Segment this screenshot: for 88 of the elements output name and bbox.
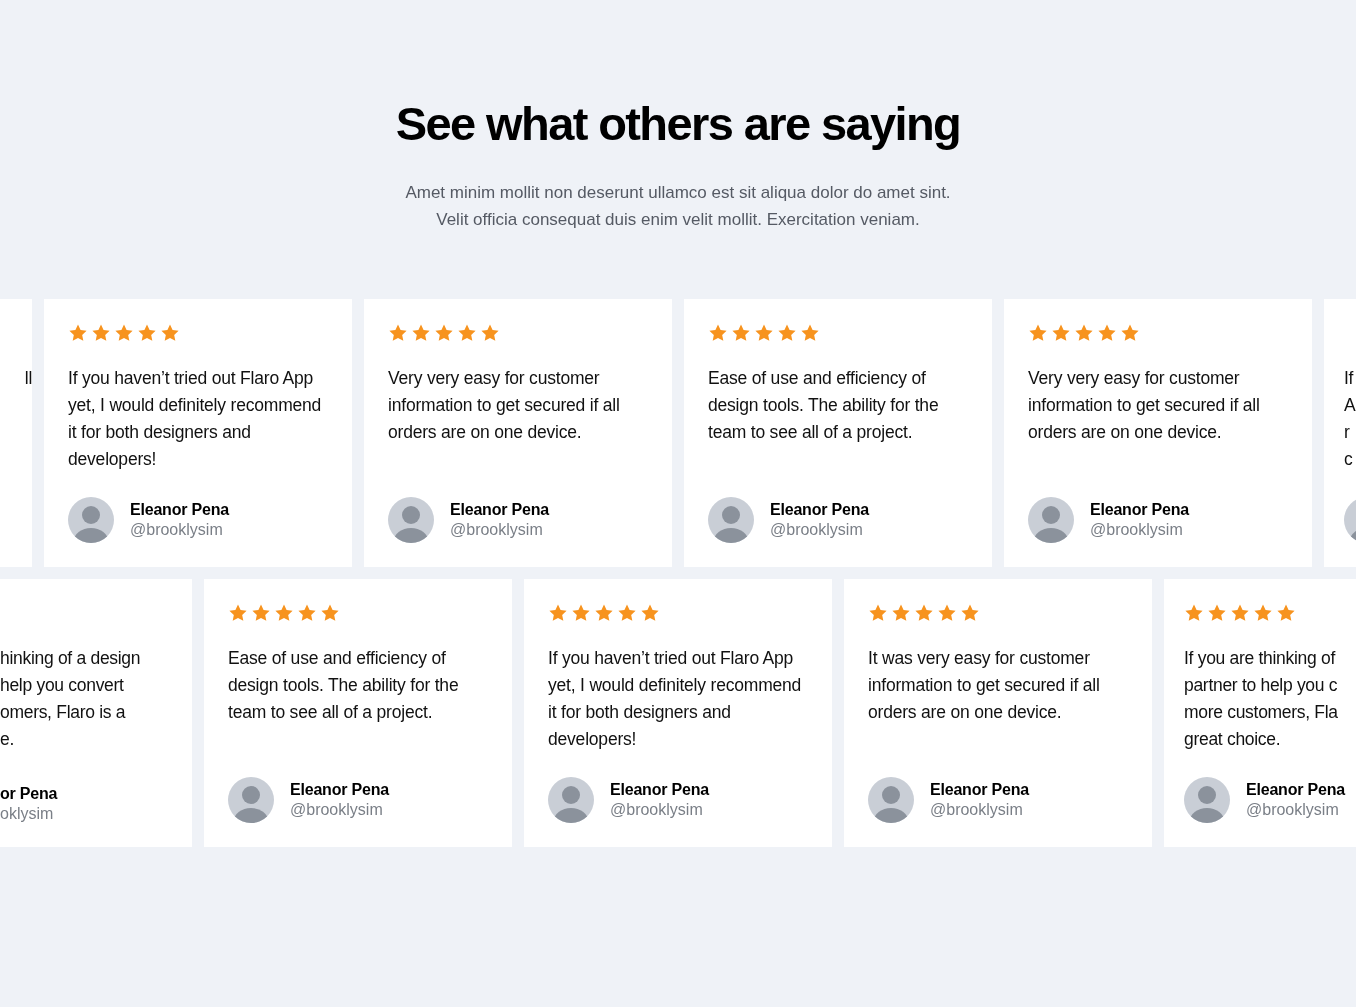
star-icon bbox=[1074, 323, 1094, 343]
star-icon bbox=[914, 603, 934, 623]
star-icon bbox=[754, 323, 774, 343]
star-icon bbox=[160, 323, 180, 343]
author-handle: @brooklysim bbox=[610, 801, 703, 819]
star-icon bbox=[274, 603, 294, 623]
author-handle: @brooklysim bbox=[450, 521, 543, 539]
star-icon bbox=[640, 603, 660, 623]
review-text: Ease of use and efficiency of design tools. The ability for the team to see all of a project. bbox=[228, 647, 460, 724]
star-icon bbox=[1207, 603, 1227, 623]
star-icon bbox=[320, 603, 340, 623]
star-icon bbox=[68, 323, 88, 343]
review-text: hinking of a design bbox=[0, 647, 141, 670]
review-text: ll bbox=[24, 367, 32, 390]
star-icon bbox=[1051, 323, 1071, 343]
review-text: great choice. bbox=[1184, 728, 1281, 751]
review-text: If you haven’t tried out Flaro App yet, I would definitely recommend it for both designers and developers! bbox=[68, 367, 323, 471]
star-icon bbox=[891, 603, 911, 623]
review-text: A bbox=[1344, 394, 1356, 417]
review-text: omers, Flaro is a bbox=[0, 701, 126, 724]
avatar-icon bbox=[868, 777, 914, 823]
avatar-icon bbox=[548, 777, 594, 823]
star-icon bbox=[388, 323, 408, 343]
star-icon bbox=[1120, 323, 1140, 343]
author-handle: @brooklysim bbox=[1090, 521, 1183, 539]
author-name: Eleanor Pena bbox=[770, 501, 869, 519]
review-text: If you are thinking of bbox=[1184, 647, 1335, 670]
author-name: Eleanor Pena bbox=[130, 501, 229, 519]
avatar-icon bbox=[708, 497, 754, 543]
star-icon bbox=[1028, 323, 1048, 343]
star-icon bbox=[800, 323, 820, 343]
star-icon bbox=[571, 603, 591, 623]
author-name: Eleanor Pena bbox=[1246, 781, 1345, 799]
star-icon bbox=[297, 603, 317, 623]
star-icon bbox=[91, 323, 111, 343]
star-icon bbox=[1184, 603, 1204, 623]
author-name: Eleanor Pena bbox=[930, 781, 1029, 799]
star-icon bbox=[777, 323, 797, 343]
author-handle: @brooklysim bbox=[290, 801, 383, 819]
star-icon bbox=[937, 603, 957, 623]
author-handle: @brooklysim bbox=[770, 521, 863, 539]
author-handle: @brooklysim bbox=[930, 801, 1023, 819]
star-icon bbox=[548, 603, 568, 623]
review-text: more customers, Fla bbox=[1184, 701, 1338, 724]
star-icon bbox=[960, 603, 980, 623]
review-text: e. bbox=[0, 728, 14, 751]
review-text: Very very easy for customer information to get secured if all orders are on one device. bbox=[1028, 367, 1261, 444]
avatar-icon bbox=[1028, 497, 1074, 543]
star-icon bbox=[434, 323, 454, 343]
section-heading: See what others are saying bbox=[395, 96, 961, 151]
star-icon bbox=[411, 323, 431, 343]
star-icon bbox=[1097, 323, 1117, 343]
review-text: If bbox=[1344, 367, 1354, 390]
avatar-icon bbox=[228, 777, 274, 823]
review-text: r bbox=[1344, 421, 1350, 444]
star-icon bbox=[1230, 603, 1250, 623]
author-handle: oklysim bbox=[0, 805, 54, 823]
review-text: help you convert bbox=[0, 674, 124, 697]
star-icon bbox=[480, 323, 500, 343]
review-text: If you haven’t tried out Flaro App yet, I would definitely recommend it for both designers and developers! bbox=[548, 647, 803, 751]
review-text: Very very easy for customer information to get secured if all orders are on one device. bbox=[388, 367, 621, 444]
star-icon bbox=[594, 603, 614, 623]
review-text: Ease of use and efficiency of design tools. The ability for the team to see all of a project. bbox=[708, 367, 940, 444]
avatar-icon bbox=[1184, 777, 1230, 823]
avatar-icon bbox=[388, 497, 434, 543]
star-icon bbox=[251, 603, 271, 623]
star-icon bbox=[1253, 603, 1273, 623]
star-icon bbox=[868, 603, 888, 623]
section-subheading: Amet minim mollit non deserunt ullamco est sit aliqua dolor do amet sint. Velit officia consequat duis enim velit mollit. Exercitation veniam. bbox=[404, 182, 952, 231]
author-handle: @brooklysim bbox=[1246, 801, 1339, 819]
star-icon bbox=[708, 323, 728, 343]
star-icon bbox=[137, 323, 157, 343]
author-name: Eleanor Pena bbox=[450, 501, 549, 519]
review-text: c bbox=[1344, 448, 1353, 471]
author-name: Eleanor Pena bbox=[290, 781, 389, 799]
star-icon bbox=[1276, 603, 1296, 623]
author-handle: @brooklysim bbox=[130, 521, 223, 539]
star-icon bbox=[114, 323, 134, 343]
author-name: or Pena bbox=[0, 785, 58, 803]
avatar-icon bbox=[68, 497, 114, 543]
star-icon bbox=[617, 603, 637, 623]
star-icon bbox=[731, 323, 751, 343]
star-icon bbox=[457, 323, 477, 343]
star-icon bbox=[228, 603, 248, 623]
author-name: Eleanor Pena bbox=[610, 781, 709, 799]
author-name: Eleanor Pena bbox=[1090, 501, 1189, 519]
review-text: It was very easy for customer information to get secured if all orders are on one device. bbox=[868, 647, 1101, 724]
review-text: partner to help you c bbox=[1184, 674, 1338, 697]
